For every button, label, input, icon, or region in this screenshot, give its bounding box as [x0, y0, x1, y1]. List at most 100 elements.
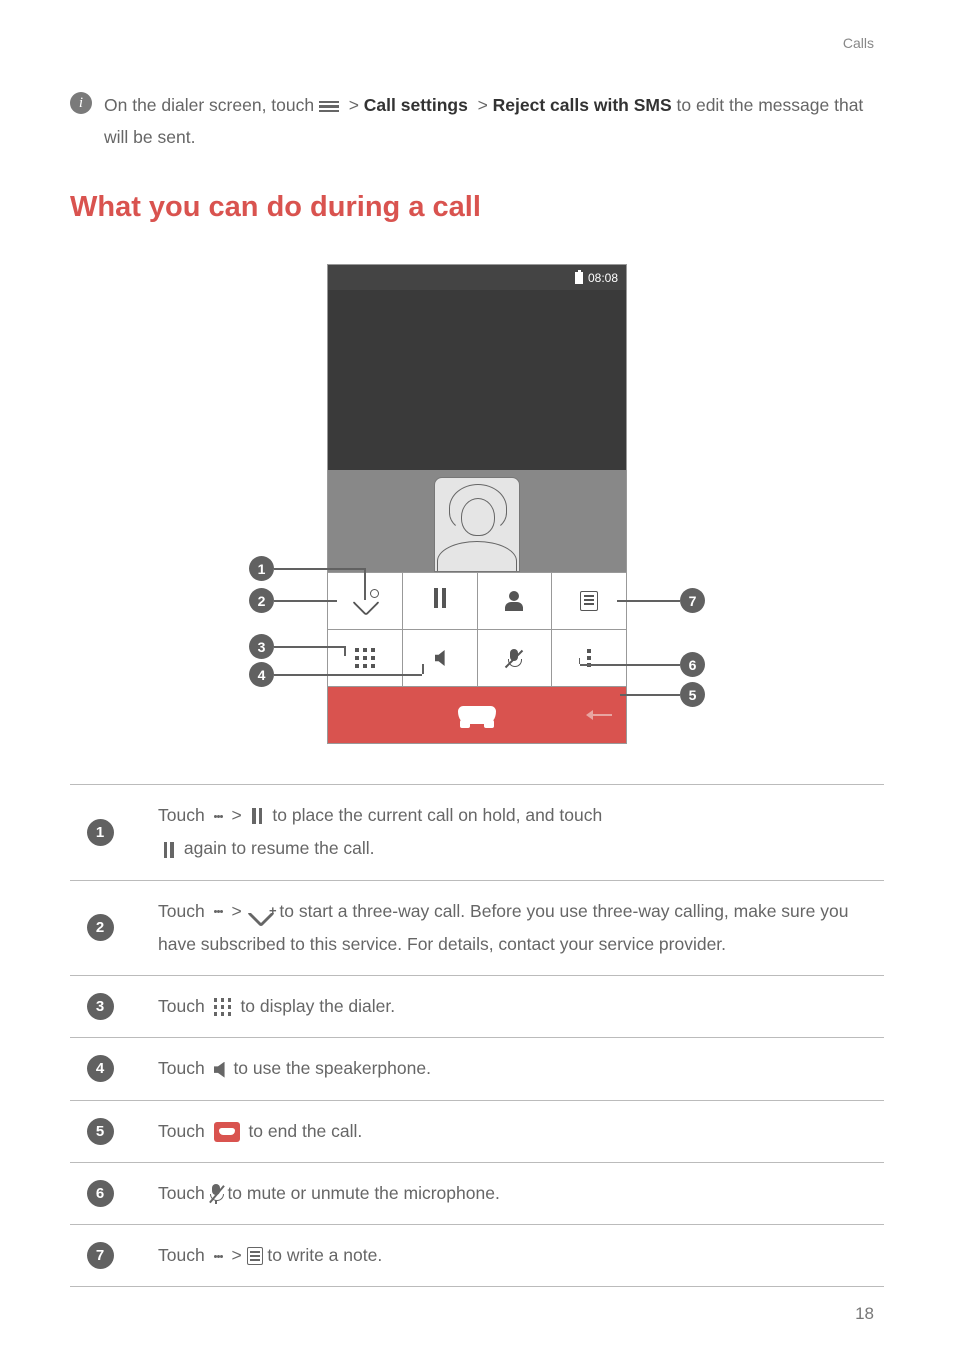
lead-1v — [364, 568, 366, 600]
callout-5: 5 — [680, 682, 705, 707]
avatar-area — [327, 470, 627, 572]
microphone-mute-icon — [210, 1184, 223, 1204]
lead-5 — [620, 694, 680, 696]
more-dots-icon — [587, 646, 591, 670]
dialpad-button[interactable] — [328, 630, 403, 686]
mute-button[interactable] — [478, 630, 553, 686]
text: to place the current call on hold, and t… — [272, 805, 602, 825]
note-icon — [247, 1247, 263, 1265]
table-row: 4 Touch to use the speakerphone. — [70, 1038, 884, 1100]
slide-arrow-icon — [592, 714, 612, 716]
row-badge: 7 — [87, 1242, 114, 1269]
speaker-button[interactable] — [403, 630, 478, 686]
lead-6 — [580, 664, 680, 666]
row-desc: Touch to display the dialer. — [158, 990, 884, 1023]
header-section-label: Calls — [843, 35, 874, 51]
text: Touch — [158, 1058, 210, 1078]
text: Touch — [158, 901, 210, 921]
info-icon: i — [70, 92, 92, 114]
text: to end the call. — [248, 1121, 362, 1141]
row-desc: Touch to mute or unmute the microphone. — [158, 1177, 884, 1210]
note-icon — [580, 591, 598, 611]
text: to write a note. — [267, 1245, 382, 1265]
row-desc: Touch to end the call. — [158, 1115, 884, 1148]
lead-7 — [617, 600, 680, 602]
contacts-button[interactable] — [478, 573, 553, 629]
text: Touch — [158, 1121, 210, 1141]
row-badge: 2 — [87, 914, 114, 941]
callout-1: 1 — [249, 556, 274, 581]
dialpad-icon — [214, 998, 232, 1016]
notes-button[interactable] — [552, 573, 626, 629]
row-badge: 5 — [87, 1118, 114, 1145]
pause-icon — [251, 808, 264, 824]
phone-illustration: 08:08 — [70, 264, 884, 744]
text: to mute or unmute the microphone. — [227, 1183, 499, 1203]
row-badge: 4 — [87, 1055, 114, 1082]
person-icon — [505, 591, 523, 611]
hangup-icon — [214, 1122, 240, 1142]
speaker-icon — [214, 1062, 225, 1078]
table-row: 3 Touch to display the dialer. — [70, 976, 884, 1038]
lead-3 — [274, 646, 344, 648]
row-desc: Touch > to start a three-way call. Befor… — [158, 895, 884, 962]
text: > — [231, 1245, 246, 1265]
lead-1 — [274, 568, 364, 570]
tip-text: On the dialer screen, touch > Call setti… — [104, 90, 884, 153]
dialpad-icon — [355, 648, 375, 668]
action-row-2 — [327, 629, 627, 686]
callout-7: 7 — [680, 588, 705, 613]
hold-button[interactable] — [403, 573, 478, 629]
lead-4v — [422, 664, 424, 674]
tip-path1: Call settings — [364, 95, 468, 115]
text: to use the speakerphone. — [233, 1058, 431, 1078]
speaker-icon — [435, 650, 445, 666]
table-row: 1 Touch > to place the current call on h… — [70, 784, 884, 881]
callout-6: 6 — [680, 652, 705, 677]
lead-3v — [344, 646, 346, 656]
status-time: 08:08 — [588, 271, 618, 285]
table-row: 6 Touch to mute or unmute the microphone… — [70, 1163, 884, 1225]
hangup-icon — [458, 706, 496, 724]
more-dots-icon — [214, 908, 223, 915]
tip-prefix: On the dialer screen, touch — [104, 95, 319, 115]
lead-4 — [274, 674, 422, 676]
end-call-button[interactable] — [327, 686, 627, 744]
text: > — [231, 901, 246, 921]
lead-2 — [274, 600, 337, 602]
text: > — [231, 805, 246, 825]
text: to display the dialer. — [240, 996, 395, 1016]
row-desc: Touch > to write a note. — [158, 1239, 884, 1272]
hamburger-menu-icon — [319, 99, 339, 115]
more-dots-icon — [214, 1253, 223, 1260]
action-row-1 — [327, 572, 627, 629]
tip-path2: Reject calls with SMS — [493, 95, 672, 115]
table-row: 2 Touch > to start a three-way call. Bef… — [70, 881, 884, 977]
text: Touch — [158, 996, 210, 1016]
text: Touch — [158, 805, 210, 825]
call-info-area — [327, 290, 627, 470]
row-desc: Touch to use the speakerphone. — [158, 1052, 884, 1085]
callout-2: 2 — [249, 588, 274, 613]
text: Touch — [158, 1183, 210, 1203]
battery-icon — [575, 272, 583, 284]
text: again to resume the call. — [184, 838, 375, 858]
status-bar: 08:08 — [327, 264, 627, 290]
pause-icon — [162, 842, 175, 858]
row-badge: 6 — [87, 1180, 114, 1207]
more-dots-icon — [214, 813, 223, 820]
callout-4: 4 — [249, 662, 274, 687]
lead-6v — [579, 658, 581, 664]
row-badge: 1 — [87, 819, 114, 846]
description-table: 1 Touch > to place the current call on h… — [70, 784, 884, 1287]
table-row: 7 Touch > to write a note. — [70, 1225, 884, 1287]
contact-avatar — [434, 477, 520, 572]
tip-row: i On the dialer screen, touch > Call set… — [70, 90, 884, 153]
callout-3: 3 — [249, 634, 274, 659]
microphone-mute-icon — [508, 649, 520, 667]
text: Touch — [158, 1245, 210, 1265]
more-button[interactable] — [552, 630, 626, 686]
phone-add-icon — [251, 903, 271, 921]
pause-icon — [432, 588, 448, 614]
page-number: 18 — [855, 1304, 874, 1324]
